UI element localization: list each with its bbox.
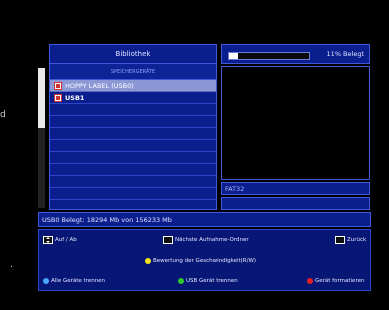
back-key-icon xyxy=(335,236,345,244)
list-row-empty xyxy=(50,176,216,188)
hint-disconnect-usb-label: USB Gerät trennen xyxy=(186,278,238,284)
storage-section-header: SPEICHERGERÄTE xyxy=(49,64,217,79)
usb-drive-icon xyxy=(54,81,62,90)
device-row-usb0[interactable]: HOPPY LABEL (USB0) xyxy=(50,80,216,92)
hint-speed-test: Bewertung der Geschwindigkeit(R/W) xyxy=(145,258,256,264)
hint-disconnect-usb: USB Gerät trennen xyxy=(178,278,238,284)
hint-speed-test-label: Bewertung der Geschwindigkeit(R/W) xyxy=(153,258,257,264)
hint-disconnect-all: Alle Geräte trennen xyxy=(43,278,105,284)
usb-drive-icon xyxy=(54,93,62,102)
help-footer: Auf / Ab Nächste Aufnahme-Ordner Zurück … xyxy=(38,229,371,291)
folder-key-icon xyxy=(163,236,173,244)
usage-percent: 11% Belegt xyxy=(326,50,364,58)
list-scrollbar-thumb[interactable] xyxy=(38,68,45,128)
hint-back-label: Zurück xyxy=(347,237,367,243)
filesystem-label: FAT32 xyxy=(225,184,245,193)
arrows-key-icon xyxy=(43,236,53,244)
storage-section-label: SPEICHERGERÄTE xyxy=(110,68,156,75)
usage-progress-fill xyxy=(229,53,238,59)
blue-button-icon xyxy=(43,278,49,284)
device-label: HOPPY LABEL (USB0) xyxy=(65,81,134,90)
list-row-empty xyxy=(50,140,216,152)
filesystem-info: FAT32 xyxy=(221,182,370,195)
preview-window xyxy=(221,66,370,180)
info-box-empty xyxy=(221,197,370,210)
usage-bar-panel: 11% Belegt xyxy=(221,44,370,64)
status-text: USB0 Belegt: 18294 Mb von 156233 Mb xyxy=(42,215,172,224)
hint-navigate: Auf / Ab xyxy=(43,236,77,244)
hint-next-folder-label: Nächste Aufnahme-Ordner xyxy=(175,237,249,243)
green-button-icon xyxy=(178,278,184,284)
device-label: USB1 xyxy=(65,93,85,102)
list-row-empty xyxy=(50,104,216,116)
list-row-empty xyxy=(50,164,216,176)
list-row-empty xyxy=(50,188,216,200)
list-row-empty xyxy=(50,152,216,164)
hint-format: Gerät formatieren xyxy=(307,278,364,284)
yellow-button-icon xyxy=(145,258,151,264)
device-list: HOPPY LABEL (USB0) USB1 xyxy=(49,79,217,210)
list-row-empty xyxy=(50,128,216,140)
edge-text-fragment-bottom: . xyxy=(10,260,13,270)
hint-disconnect-all-label: Alle Geräte trennen xyxy=(51,278,106,284)
list-row-empty xyxy=(50,116,216,128)
hint-navigate-label: Auf / Ab xyxy=(55,237,77,243)
hint-back: Zurück xyxy=(335,236,366,244)
edge-text-fragment: d xyxy=(0,110,6,120)
library-title-bar: Bibliothek xyxy=(49,44,217,64)
device-row-usb1[interactable]: USB1 xyxy=(50,92,216,104)
red-button-icon xyxy=(307,278,313,284)
library-title: Bibliothek xyxy=(115,50,151,58)
hint-format-label: Gerät formatieren xyxy=(315,278,365,284)
status-bar: USB0 Belegt: 18294 Mb von 156233 Mb xyxy=(38,212,371,227)
usage-progress-bar xyxy=(228,52,310,60)
hint-next-folder: Nächste Aufnahme-Ordner xyxy=(163,236,249,244)
